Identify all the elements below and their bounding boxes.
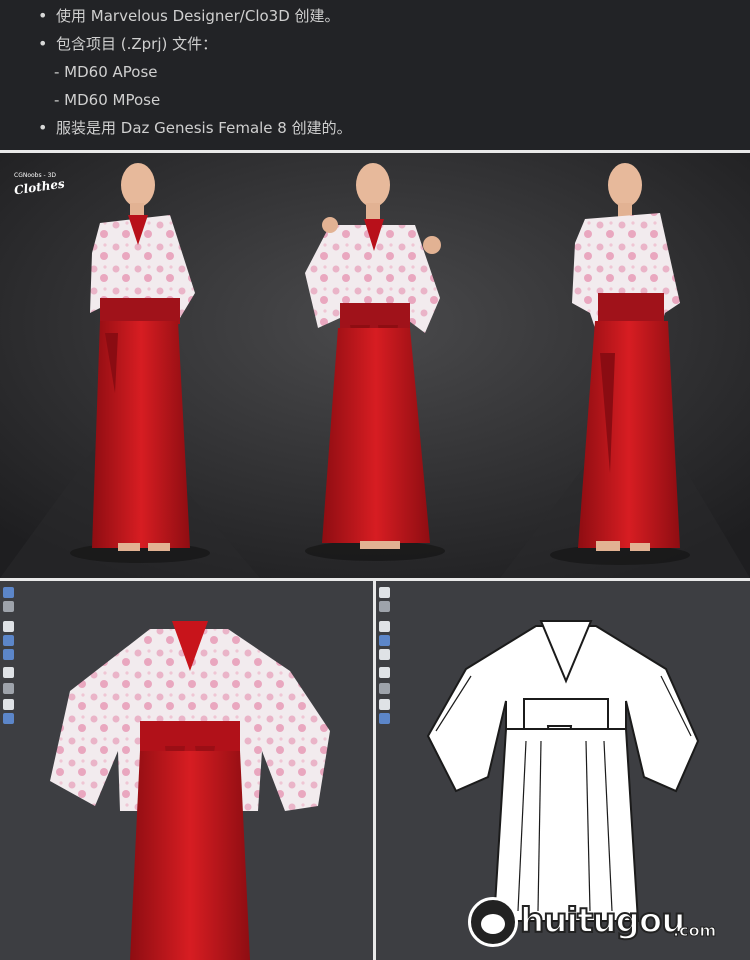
feature-subitem-mpose: - MD60 MPose — [54, 91, 161, 109]
feature-item-base-model: 服装是用 Daz Genesis Female 8 创建的。 — [38, 118, 352, 138]
feature-item-software: 使用 Marvelous Designer/Clo3D 创建。 — [38, 6, 340, 26]
huitugou-watermark: huitugou .com — [468, 895, 738, 955]
garment-colored-preview — [50, 621, 330, 960]
viewport-3d[interactable] — [0, 581, 373, 960]
bear-logo-icon — [468, 897, 518, 947]
render-illustration — [0, 153, 750, 578]
render-image: CGNoobs - 3D Clothes — [0, 153, 750, 578]
feature-list: 使用 Marvelous Designer/Clo3D 创建。 包含项目 (.Z… — [0, 0, 750, 150]
cgnoobs-logo: CGNoobs - 3D Clothes — [13, 172, 66, 198]
feature-subitem-apose: - MD60 APose — [54, 63, 158, 81]
feature-item-project-files: 包含项目 (.Zprj) 文件： — [38, 34, 217, 54]
